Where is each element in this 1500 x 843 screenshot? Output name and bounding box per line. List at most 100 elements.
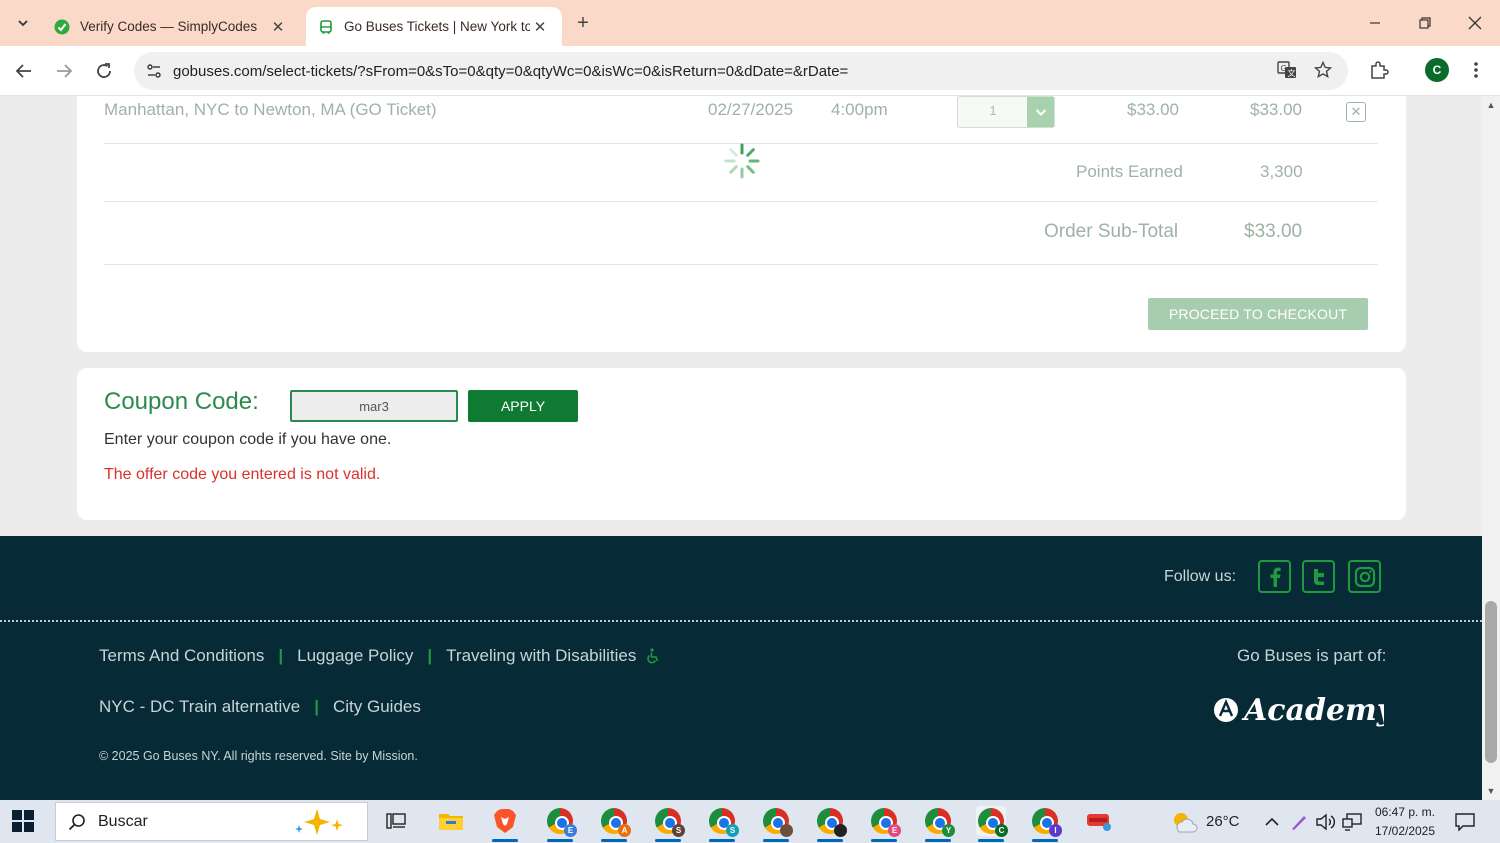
anydesk-button[interactable]	[1084, 806, 1114, 836]
twitter-icon	[1313, 568, 1324, 585]
chrome-icon: Y	[925, 808, 955, 837]
clock-date: 17/02/2025	[1374, 824, 1436, 838]
folder-icon	[439, 814, 463, 830]
academy-logo[interactable]: Academy	[1212, 688, 1397, 737]
new-tab-button[interactable]: +	[570, 10, 596, 36]
chrome-profile-photo-button[interactable]	[761, 806, 793, 842]
scroll-down-icon[interactable]: ▼	[1486, 786, 1496, 796]
order-price: $33.00	[1127, 100, 1179, 119]
chrome-profile-dark-button[interactable]	[815, 806, 847, 842]
simplycodes-favicon-icon	[54, 19, 70, 34]
bus-favicon-icon	[320, 19, 332, 34]
twitter-link[interactable]	[1302, 560, 1335, 593]
back-button[interactable]	[8, 55, 40, 87]
nyc-dc-train-link[interactable]: NYC - DC Train alternative	[99, 697, 300, 717]
task-view-icon	[386, 813, 406, 829]
pen-icon	[1292, 815, 1306, 830]
subtotal-value: $33.00	[1244, 221, 1303, 242]
windows-taskbar: Buscar E A S S E Y C I 26°C 06:47 p. m. …	[0, 800, 1500, 843]
brave-lion-icon	[494, 809, 516, 833]
url-text[interactable]: gobuses.com/select-tickets/?sFrom=0&sTo=…	[173, 63, 848, 80]
tab-search-button[interactable]	[8, 8, 38, 38]
brave-browser-button[interactable]	[490, 806, 520, 842]
quantity-select[interactable]: 1	[957, 96, 1055, 128]
chrome-icon	[763, 808, 793, 837]
city-guides-link[interactable]: City Guides	[333, 697, 421, 717]
chevron-down-icon[interactable]	[1027, 97, 1054, 127]
instagram-icon	[1354, 566, 1375, 587]
forward-button[interactable]	[48, 55, 80, 87]
disabilities-link[interactable]: Traveling with Disabilities	[446, 646, 636, 666]
browser-tab-bar: Verify Codes — SimplyCodes ✕ Go Buses Ti…	[0, 0, 1500, 46]
instagram-link[interactable]	[1348, 560, 1381, 593]
facebook-link[interactable]	[1258, 560, 1291, 593]
reload-button[interactable]	[88, 55, 120, 87]
link-separator: |	[278, 646, 284, 665]
close-tab-icon[interactable]: ✕	[268, 17, 288, 37]
terms-link[interactable]: Terms And Conditions	[99, 646, 264, 666]
chrome-profile-i-button[interactable]: I	[1030, 806, 1062, 842]
scrollbar-thumb[interactable]	[1485, 601, 1497, 763]
reload-icon	[97, 63, 111, 78]
scroll-up-icon[interactable]: ▲	[1486, 100, 1496, 110]
link-separator: |	[314, 697, 319, 716]
network-monitor-icon	[1342, 812, 1362, 831]
restore-button[interactable]	[1400, 0, 1450, 46]
chrome-profile-a-button[interactable]: A	[599, 806, 631, 842]
bookmark-button[interactable]	[1308, 55, 1338, 85]
browser-menu-button[interactable]	[1461, 55, 1491, 85]
page-viewport: Manhattan, NYC to Newton, MA (GO Ticket)…	[0, 96, 1482, 800]
chrome-profile-s2-button[interactable]: S	[707, 806, 739, 842]
coupon-error-message: The offer code you entered is not valid.	[104, 466, 381, 483]
page-scrollbar[interactable]: ▲ ▼	[1482, 96, 1500, 800]
start-button[interactable]	[12, 810, 34, 837]
order-summary-card: Manhattan, NYC to Newton, MA (GO Ticket)…	[77, 96, 1406, 352]
copilot-sparkle-icon	[295, 808, 343, 835]
profile-avatar[interactable]: C	[1425, 58, 1449, 82]
close-window-button[interactable]	[1450, 0, 1500, 46]
address-bar[interactable]: gobuses.com/select-tickets/?sFrom=0&sTo=…	[134, 52, 1348, 90]
notifications-button[interactable]	[1455, 800, 1475, 843]
show-hidden-icons-button[interactable]	[1264, 800, 1280, 843]
taskbar-clock[interactable]: 06:47 p. m. 17/02/2025	[1365, 803, 1445, 841]
chrome-profile-y-button[interactable]: Y	[923, 806, 955, 842]
notification-icon	[1455, 812, 1475, 831]
chrome-profile-e-button[interactable]: E	[545, 806, 577, 842]
luggage-policy-link[interactable]: Luggage Policy	[297, 646, 413, 666]
svg-text:文: 文	[1288, 68, 1296, 78]
translate-button[interactable]: G文	[1272, 55, 1302, 85]
coupon-code-input[interactable]	[290, 390, 458, 422]
wheelchair-icon	[647, 648, 659, 664]
file-explorer-button[interactable]	[436, 806, 466, 836]
chrome-profile-pink-button[interactable]: E	[869, 806, 901, 842]
minimize-button[interactable]	[1350, 0, 1400, 46]
chrome-profile-c-button[interactable]: C	[976, 806, 1008, 842]
weather-widget[interactable]: 26°C	[1170, 800, 1240, 843]
proceed-to-checkout-button[interactable]: PROCEED TO CHECKOUT	[1148, 298, 1368, 330]
coupon-code-label: Coupon Code:	[104, 388, 259, 415]
chrome-icon: C	[978, 808, 1008, 837]
coupon-card: Coupon Code: APPLY Enter your coupon cod…	[77, 368, 1406, 520]
follow-us-label: Follow us:	[1164, 568, 1237, 585]
weather-temperature: 26°C	[1206, 813, 1240, 830]
remove-item-button[interactable]: ✕	[1346, 102, 1366, 122]
chevron-up-icon	[1265, 817, 1279, 826]
site-footer: Follow us: Terms And Conditions | Luggag…	[0, 536, 1482, 800]
volume-button[interactable]	[1315, 800, 1335, 843]
kebab-menu-icon	[1474, 62, 1478, 78]
close-icon: ✕	[1350, 104, 1362, 119]
taskbar-search[interactable]: Buscar	[55, 802, 368, 841]
arrow-left-icon	[15, 64, 31, 78]
apply-coupon-button[interactable]: APPLY	[468, 390, 578, 422]
chrome-profile-s-button[interactable]: S	[653, 806, 685, 842]
arrow-right-icon	[57, 64, 73, 78]
tab-gobuses[interactable]: Go Buses Tickets | New York to ✕	[306, 7, 562, 46]
tab-simplycodes[interactable]: Verify Codes — SimplyCodes ✕	[42, 7, 300, 46]
site-info-icon[interactable]	[137, 54, 171, 88]
close-tab-icon[interactable]: ✕	[530, 17, 550, 37]
extensions-button[interactable]	[1364, 55, 1394, 85]
network-button[interactable]	[1342, 800, 1362, 843]
windows-logo-icon	[12, 810, 34, 832]
pen-tray-button[interactable]	[1290, 800, 1308, 843]
task-view-button[interactable]	[381, 806, 411, 836]
